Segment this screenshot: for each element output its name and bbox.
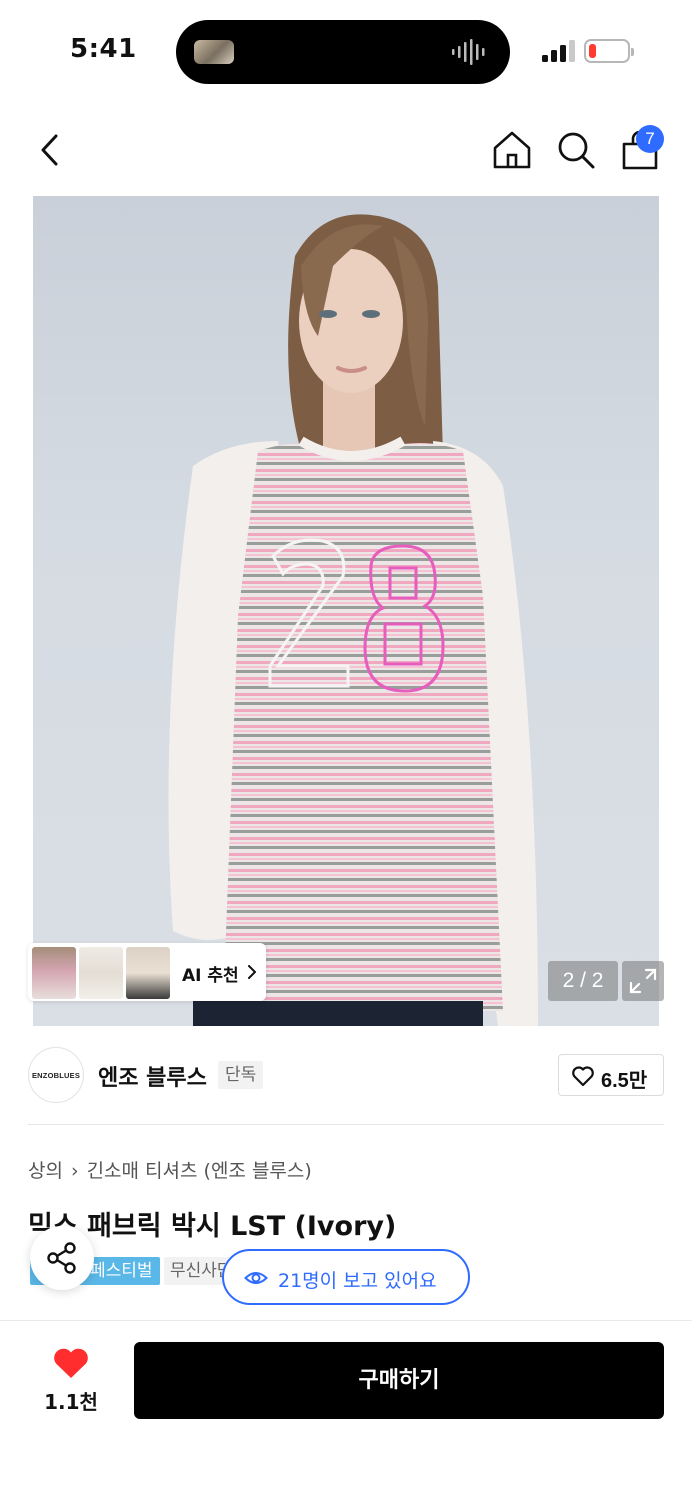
- live-viewers-text: 21명이 보고 있어요: [278, 1270, 437, 1292]
- status-time: 5:41: [70, 34, 137, 64]
- ai-recommend-thumbnail[interactable]: [126, 947, 170, 999]
- back-icon[interactable]: [30, 128, 74, 172]
- search-icon[interactable]: [554, 128, 598, 172]
- product-image-gallery[interactable]: [33, 196, 659, 1026]
- signal-icon: [542, 40, 575, 62]
- divider: [28, 1124, 664, 1125]
- ai-recommend-label: AI 추천: [182, 966, 239, 986]
- chevron-right-icon: [248, 965, 256, 979]
- live-viewers-pill: 21명이 보고 있어요: [222, 1249, 470, 1305]
- ai-recommend-thumbnail[interactable]: [32, 947, 76, 999]
- heart-outline-icon: [572, 1066, 594, 1087]
- breadcrumb: 상의 › 긴소매 티셔츠 (엔조 블루스): [28, 1156, 312, 1183]
- ai-recommend-thumbnail[interactable]: [79, 947, 123, 999]
- breadcrumb-item[interactable]: 긴소매 티셔츠 (엔조 블루스): [87, 1160, 312, 1182]
- expand-icon: [629, 968, 657, 994]
- chevron-right-icon: ›: [70, 1160, 79, 1182]
- like-count: 1.1천: [44, 1390, 98, 1414]
- expand-image-button[interactable]: [622, 961, 664, 1001]
- share-icon: [47, 1242, 76, 1274]
- audio-waveform-icon: [452, 39, 485, 65]
- exclusive-badge: 단독: [218, 1061, 264, 1089]
- cart-badge: 7: [636, 125, 664, 153]
- brand-logo[interactable]: ENZOBLUES: [28, 1047, 84, 1103]
- buy-button[interactable]: 구매하기: [134, 1342, 664, 1419]
- ai-recommend-chip[interactable]: AI 추천: [28, 943, 266, 1001]
- battery-icon: [584, 39, 634, 63]
- breadcrumb-item[interactable]: 상의: [28, 1160, 63, 1182]
- dynamic-island: [176, 20, 510, 84]
- status-bar: 5:41: [0, 0, 692, 104]
- brand-like-count: 6.5만: [601, 1070, 648, 1092]
- top-nav: [0, 110, 692, 190]
- image-page-counter: 2 / 2: [548, 961, 618, 1001]
- heart-filled-icon: [54, 1348, 88, 1378]
- product-photo: [168, 214, 538, 1026]
- brand-like-button[interactable]: 6.5만: [558, 1054, 664, 1096]
- share-button[interactable]: [30, 1226, 94, 1290]
- eye-icon: [244, 1272, 268, 1284]
- home-icon[interactable]: [490, 128, 534, 172]
- brand-name[interactable]: 엔조 블루스: [98, 1060, 207, 1092]
- now-playing-thumbnail: [194, 40, 234, 64]
- like-button[interactable]: 1.1천: [36, 1346, 106, 1416]
